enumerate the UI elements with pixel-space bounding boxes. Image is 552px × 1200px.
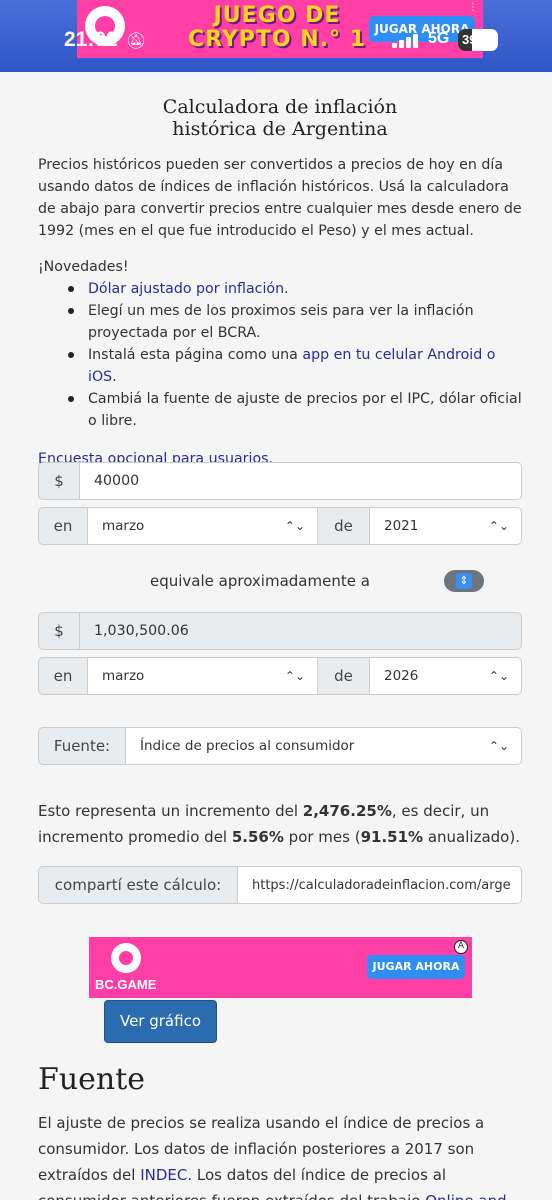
ad-headline: JUEGO DE CRYPTO N.° 1 — [157, 4, 397, 52]
swap-arrows-icon: ⇕ — [456, 573, 472, 589]
amount-input[interactable]: 40000 — [80, 462, 522, 500]
news-item: Instalá esta página como una app en tu c… — [64, 344, 522, 388]
from-date-row: en marzo ⌃⌄ de 2021 ⌃⌄ — [38, 507, 522, 545]
label-en: en — [38, 657, 88, 695]
silent-bell-icon: 🔕︎ — [126, 31, 147, 50]
status-time: 21:02 — [64, 28, 118, 51]
indec-link[interactable]: INDEC — [140, 1166, 187, 1184]
ad-headline-line1: JUEGO DE — [213, 3, 341, 28]
chevron-updown-icon: ⌃⌄ — [284, 669, 305, 683]
amount-row: $ 40000 — [38, 462, 522, 500]
intro-section: Calculadora de inflación histórica de Ar… — [38, 96, 522, 470]
currency-addon: $ — [38, 612, 80, 650]
source-row: Fuente: Índice de precios al consumidor ⌃… — [38, 727, 522, 765]
mid-banner-ad[interactable]: BC.GAME JUGAR AHORA A — [89, 937, 472, 998]
signal-icon — [392, 34, 422, 48]
source-text: El ajuste de precios se realiza usando e… — [38, 1110, 522, 1200]
work-link[interactable]: Online and — [425, 1192, 506, 1200]
page-title-line1: Calculadora de inflación — [162, 96, 398, 118]
chevron-updown-icon: ⌃⌄ — [488, 739, 509, 753]
ad-logo-icon — [111, 943, 141, 973]
total-increase: 2,476.25% — [302, 802, 392, 820]
annual-increase: 91.51% — [360, 828, 424, 846]
monthly-increase: 5.56% — [231, 828, 284, 846]
to-month-select[interactable]: marzo ⌃⌄ — [88, 657, 318, 695]
news-title: ¡Novedades! — [38, 259, 129, 275]
news-item: Cambiá la fuente de ajuste de precios po… — [64, 388, 522, 432]
result-summary: Esto representa un incremento del 2,476.… — [38, 802, 520, 846]
dollar-adjusted-link[interactable]: Dólar ajustado por inflación — [88, 281, 284, 297]
ad-info-icon[interactable]: ⋮ — [467, 2, 479, 14]
to-year-value: 2026 — [384, 668, 419, 684]
chevron-updown-icon: ⌃⌄ — [488, 669, 509, 683]
chevron-updown-icon: ⌃⌄ — [284, 519, 305, 533]
label-de: de — [318, 507, 370, 545]
from-year-value: 2021 — [384, 518, 419, 534]
ad-choices-icon[interactable]: A — [454, 940, 468, 954]
ad-play-button[interactable]: JUGAR AHORA — [367, 955, 465, 979]
share-url-input[interactable]: https://calculadoradeinflacion.com/arge — [238, 866, 522, 904]
to-date-row: en marzo ⌃⌄ de 2026 ⌃⌄ — [38, 657, 522, 695]
news-item: Elegí un mes de los proximos seis para v… — [64, 300, 522, 344]
from-month-value: marzo — [102, 518, 145, 534]
network-type: 5G — [428, 30, 450, 47]
equivalence-text: equivale aproximadamente a — [150, 572, 370, 590]
news-list: Dólar ajustado por inflación. Elegí un m… — [64, 278, 522, 432]
ad-brand: BC.GAME — [95, 977, 157, 992]
swap-toggle[interactable]: ⇕ — [444, 570, 484, 592]
page-title: Calculadora de inflación histórica de Ar… — [38, 96, 522, 140]
label-de: de — [318, 657, 370, 695]
battery-level: 39 — [462, 32, 477, 47]
intro-text: Precios históricos pueden ser convertido… — [38, 157, 522, 239]
page-title-line2: histórica de Argentina — [172, 118, 388, 140]
source-value: Índice de precios al consumidor — [140, 738, 355, 754]
source-select[interactable]: Índice de precios al consumidor ⌃⌄ — [126, 727, 522, 765]
share-label: compartí este cálculo: — [38, 866, 238, 904]
label-en: en — [38, 507, 88, 545]
view-chart-button[interactable]: Ver gráfico — [104, 1000, 217, 1043]
currency-addon: $ — [38, 462, 80, 500]
to-year-select[interactable]: 2026 ⌃⌄ — [370, 657, 522, 695]
chevron-updown-icon: ⌃⌄ — [488, 519, 509, 533]
result-row: $ 1,030,500.06 — [38, 612, 522, 650]
news-item: Dólar ajustado por inflación. — [64, 278, 522, 300]
from-month-select[interactable]: marzo ⌃⌄ — [88, 507, 318, 545]
ad-headline-line2: CRYPTO N.° 1 — [187, 27, 367, 52]
source-heading: Fuente — [38, 1062, 146, 1097]
from-year-select[interactable]: 2021 ⌃⌄ — [370, 507, 522, 545]
battery-icon: 39 — [458, 29, 498, 51]
result-output: 1,030,500.06 — [80, 612, 522, 650]
to-month-value: marzo — [102, 668, 145, 684]
source-label: Fuente: — [38, 727, 126, 765]
share-row: compartí este cálculo: https://calculado… — [38, 866, 522, 904]
